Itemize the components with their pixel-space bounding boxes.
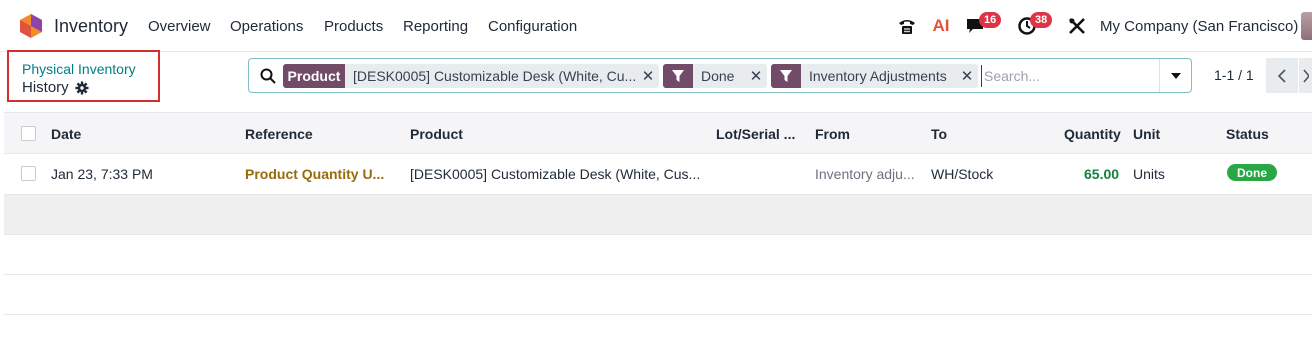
empty-row: [4, 195, 1312, 235]
column-header-unit[interactable]: Unit: [1133, 126, 1160, 142]
select-all-checkbox[interactable]: [21, 126, 36, 141]
cell-unit: Units: [1133, 166, 1165, 182]
phone-icon[interactable]: [896, 15, 918, 37]
cell-reference[interactable]: Product Quantity U...: [245, 166, 397, 182]
column-header-status[interactable]: Status: [1226, 126, 1269, 142]
search-facet-done: Done ✕: [663, 64, 767, 88]
menu-configuration[interactable]: Configuration: [488, 18, 577, 35]
ai-icon[interactable]: AI: [930, 15, 952, 37]
breadcrumb: Physical Inventory History: [7, 50, 160, 102]
tools-icon[interactable]: [1066, 15, 1088, 37]
empty-row: [4, 235, 1312, 275]
pager-next-button[interactable]: [1299, 58, 1312, 93]
column-header-to[interactable]: To: [931, 126, 947, 142]
app-name[interactable]: Inventory: [54, 16, 128, 37]
column-header-product[interactable]: Product: [410, 126, 463, 142]
column-header-from[interactable]: From: [815, 126, 850, 142]
activities-badge: 38: [1030, 12, 1053, 28]
facet-value: Done: [701, 68, 735, 84]
empty-row: [4, 275, 1312, 315]
column-header-quantity[interactable]: Quantity: [1064, 126, 1121, 142]
column-header-reference[interactable]: Reference: [245, 126, 313, 142]
page-title: History: [22, 79, 69, 96]
search-icon[interactable]: [260, 68, 276, 84]
pager-previous-button[interactable]: [1266, 58, 1298, 93]
filter-icon: [771, 64, 801, 88]
gear-icon[interactable]: [75, 81, 89, 95]
app-logo-icon[interactable]: [20, 14, 42, 38]
column-header-lot-serial[interactable]: Lot/Serial ...: [716, 126, 795, 142]
cell-from: Inventory adju...: [815, 166, 915, 182]
search-facet-product: Product [DESK0005] Customizable Desk (Wh…: [283, 64, 659, 88]
messages-badge: 16: [979, 12, 1002, 28]
company-switcher[interactable]: My Company (San Francisco): [1100, 18, 1298, 35]
search-options-toggle[interactable]: [1159, 59, 1191, 92]
pager-value[interactable]: 1-1 / 1: [1214, 67, 1254, 83]
close-icon[interactable]: ✕: [956, 64, 978, 88]
status-badge: Done: [1227, 164, 1277, 181]
column-header-date[interactable]: Date: [51, 126, 81, 142]
close-icon[interactable]: ✕: [637, 64, 659, 88]
breadcrumb-current: History: [22, 79, 89, 96]
menu-products[interactable]: Products: [324, 18, 383, 35]
search-input[interactable]: [981, 65, 1161, 87]
user-avatar[interactable]: [1301, 12, 1312, 40]
menu-operations[interactable]: Operations: [230, 18, 303, 35]
row-checkbox[interactable]: [21, 166, 36, 181]
table-header: Date Reference Product Lot/Serial ... Fr…: [4, 112, 1312, 154]
cell-to: WH/Stock: [931, 166, 994, 182]
menu-reporting[interactable]: Reporting: [403, 18, 468, 35]
breadcrumb-parent-link[interactable]: Physical Inventory: [22, 61, 136, 77]
facet-value: [DESK0005] Customizable Desk (White, Cu.…: [353, 68, 637, 84]
caret-down-icon: [1170, 72, 1181, 79]
moves-history-table: Date Reference Product Lot/Serial ... Fr…: [4, 112, 1312, 315]
chevron-left-icon: [1278, 68, 1286, 83]
facet-label: Product: [283, 64, 345, 88]
cell-quantity: 65.00: [1084, 166, 1120, 182]
search-facet-inventory-adjustments: Inventory Adjustments ✕: [771, 64, 978, 88]
cell-product: [DESK0005] Customizable Desk (White, Cus…: [410, 166, 701, 182]
filter-icon: [663, 64, 693, 88]
facet-value: Inventory Adjustments: [809, 68, 947, 84]
chevron-right-icon: [1303, 68, 1309, 83]
top-navbar: Inventory Overview Operations Products R…: [0, 0, 1312, 52]
cell-date: Jan 23, 7:33 PM: [51, 166, 153, 182]
menu-overview[interactable]: Overview: [148, 18, 211, 35]
search-bar: Product [DESK0005] Customizable Desk (Wh…: [248, 58, 1192, 93]
close-icon[interactable]: ✕: [745, 64, 767, 88]
table-row[interactable]: Jan 23, 7:33 PM Product Quantity U... [D…: [4, 154, 1312, 195]
